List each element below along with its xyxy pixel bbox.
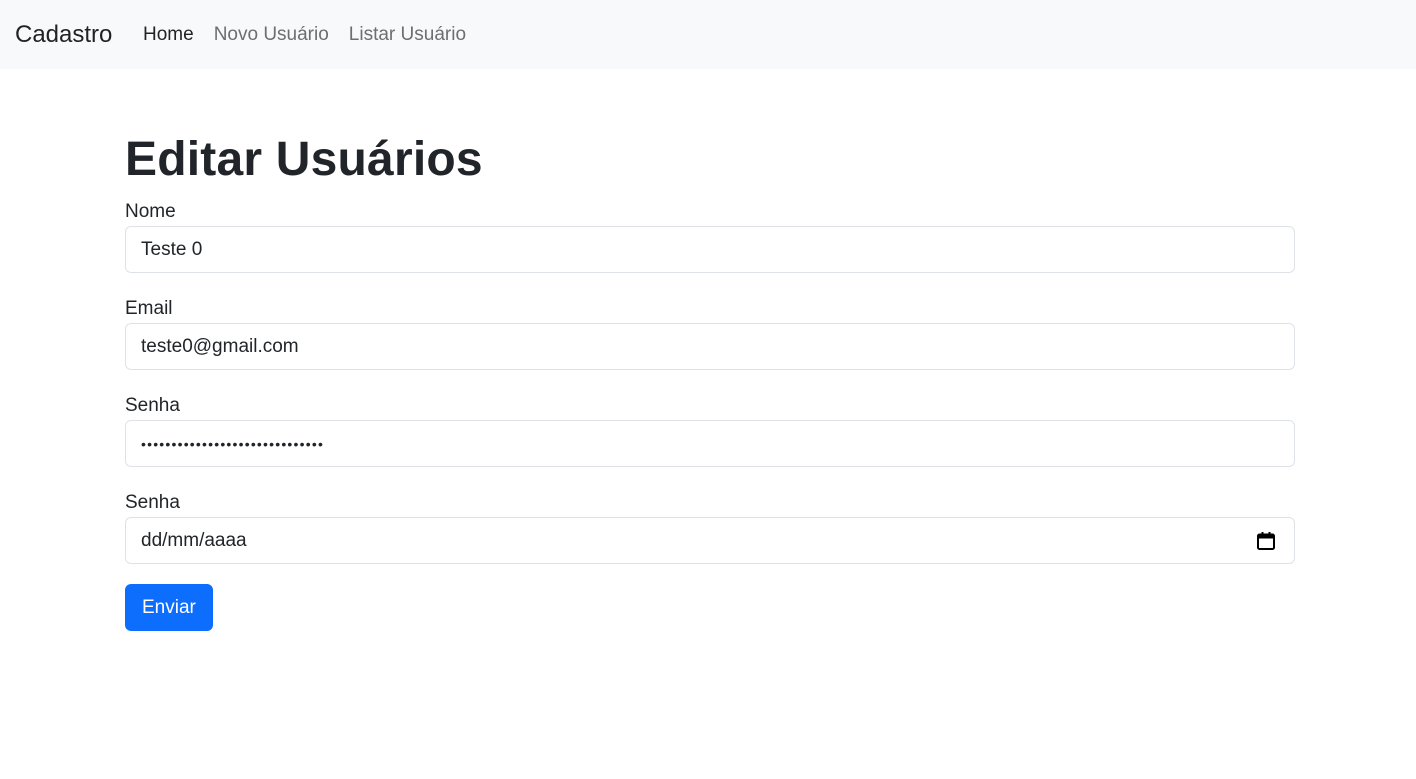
senha-input[interactable]: •••••••••••••••••••••••••••••• — [125, 420, 1295, 467]
nome-input[interactable] — [125, 226, 1295, 273]
senha-masked-value: •••••••••••••••••••••••••••••• — [141, 435, 325, 452]
email-label: Email — [125, 298, 173, 319]
nav-link-listar-usuario[interactable]: Listar Usuário — [349, 24, 466, 45]
senha-field-group: Senha •••••••••••••••••••••••••••••• — [125, 394, 1295, 467]
email-field-group: Email — [125, 297, 1295, 370]
page-title: Editar Usuários — [125, 133, 483, 186]
navbar: Cadastro Home Novo Usuário Listar Usuári… — [0, 0, 1416, 69]
nav-link-novo-usuario[interactable]: Novo Usuário — [214, 24, 329, 45]
email-input[interactable] — [125, 323, 1295, 370]
nome-label: Nome — [125, 201, 176, 222]
navbar-brand[interactable]: Cadastro — [15, 20, 112, 50]
nav-link-home[interactable]: Home — [143, 24, 194, 45]
data-field-group: Senha dd/mm/aaaa — [125, 491, 1295, 564]
data-label: Senha — [125, 492, 180, 513]
nome-field-group: Nome — [125, 200, 1295, 273]
senha-label: Senha — [125, 395, 180, 416]
calendar-icon[interactable] — [1256, 531, 1276, 551]
main-container: Editar Usuários Nome Email Senha •••••••… — [125, 128, 1295, 631]
submit-button[interactable]: Enviar — [125, 584, 213, 631]
nav-links: Home Novo Usuário Listar Usuário — [143, 22, 486, 48]
date-input[interactable]: dd/mm/aaaa — [125, 517, 1295, 564]
date-placeholder: dd/mm/aaaa — [141, 529, 247, 551]
